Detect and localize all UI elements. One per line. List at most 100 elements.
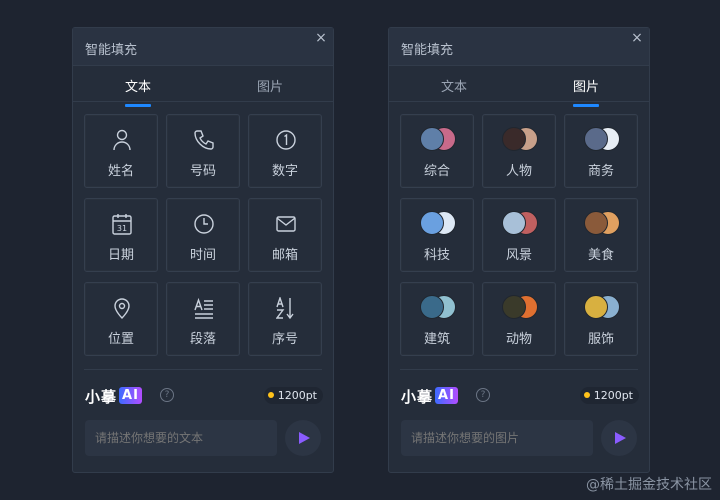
cell-label: 姓名 (107, 164, 134, 179)
cell-email[interactable]: 邮箱 (248, 198, 322, 272)
text-type-grid: 姓名 号码 数字 31 日期 时间 邮箱 位置 段落 序号 (84, 114, 324, 358)
points-badge: 1200pt (579, 387, 639, 404)
cell-location[interactable]: 位置 (84, 282, 158, 356)
cell-label: 邮箱 (271, 248, 298, 263)
points-value: 1200pt (593, 389, 633, 402)
tab-text[interactable]: 文本 (424, 76, 484, 95)
cell-label: 人物 (505, 164, 532, 179)
coin-icon (267, 392, 274, 398)
cell-label: 科技 (423, 248, 450, 263)
location-pin-icon (112, 297, 132, 319)
cell-label: 数字 (271, 164, 298, 179)
cell-label: 美食 (587, 248, 614, 263)
clock-icon (194, 213, 214, 235)
cell-image-category[interactable]: 动物 (482, 282, 556, 356)
mixed-photos-icon (420, 127, 458, 153)
send-button[interactable] (601, 420, 637, 456)
tab-label: 图片 (572, 80, 599, 95)
tab-text[interactable]: 文本 (108, 76, 168, 107)
thumbnail (420, 127, 444, 151)
tab-active-indicator (573, 104, 599, 107)
cell-image-category[interactable]: 人物 (482, 114, 556, 188)
phone-icon (194, 129, 214, 151)
landscape-photos-icon (502, 211, 540, 237)
cell-label: 位置 (107, 332, 134, 347)
cell-image-category[interactable]: 综合 (400, 114, 474, 188)
tab-image[interactable]: 图片 (556, 76, 616, 107)
smart-fill-panel-text: 智能填充 × 文本 图片 姓名 号码 数字 31 日期 时间 邮箱 位置 段落 … (72, 27, 334, 473)
cell-date[interactable]: 31 日期 (84, 198, 158, 272)
prompt-input[interactable] (401, 420, 593, 456)
animal-photos-icon (502, 295, 540, 321)
cell-label: 商务 (587, 164, 614, 179)
divider (84, 369, 322, 370)
cell-label: 动物 (505, 332, 532, 347)
cell-image-category[interactable]: 科技 (400, 198, 474, 272)
cell-image-category[interactable]: 建筑 (400, 282, 474, 356)
cell-number[interactable]: 数字 (248, 114, 322, 188)
cell-label: 服饰 (587, 332, 614, 347)
thumbnail (420, 211, 444, 235)
number-icon (276, 129, 296, 151)
ai-brand-row: 小摹 AI ? 1200pt (401, 385, 639, 407)
thumbnail (502, 127, 526, 151)
prompt-input[interactable] (85, 420, 277, 456)
architecture-photos-icon (420, 295, 458, 321)
cell-name[interactable]: 姓名 (84, 114, 158, 188)
brand-ai-badge: AI (119, 387, 142, 404)
sort-az-icon (276, 297, 296, 319)
points-value: 1200pt (277, 389, 317, 402)
person-icon (112, 129, 132, 151)
business-photos-icon (584, 127, 622, 153)
cell-label: 号码 (189, 164, 216, 179)
calendar-icon: 31 (112, 213, 132, 235)
play-icon (615, 432, 626, 444)
cell-label: 建筑 (423, 332, 450, 347)
cell-label: 综合 (423, 164, 450, 179)
food-photos-icon (584, 211, 622, 237)
tech-photos-icon (420, 211, 458, 237)
tab-active-indicator (125, 104, 151, 107)
help-icon[interactable]: ? (160, 388, 174, 402)
send-button[interactable] (285, 420, 321, 456)
tab-label: 图片 (256, 80, 283, 95)
cell-label: 日期 (107, 248, 134, 263)
smart-fill-panel-image: 智能填充 × 文本 图片 综合 人物 商务科技 风景 美食建筑 动物 服饰 小摹 AI ? 1… (388, 27, 650, 473)
tab-label: 文本 (124, 80, 151, 95)
people-photos-icon (502, 127, 540, 153)
coin-icon (583, 392, 590, 398)
close-button[interactable]: × (629, 30, 645, 46)
panel-header: 智能填充 × (73, 28, 333, 66)
cell-label: 风景 (505, 248, 532, 263)
cell-image-category[interactable]: 商务 (564, 114, 638, 188)
watermark: @稀土掘金技术社区 (586, 477, 712, 493)
panel-title: 智能填充 (401, 43, 454, 58)
thumbnail (502, 211, 526, 235)
tab-image[interactable]: 图片 (240, 76, 300, 95)
help-icon[interactable]: ? (476, 388, 490, 402)
brand-ai-badge: AI (435, 387, 458, 404)
play-icon (299, 432, 310, 444)
tab-bar: 文本 图片 (389, 66, 649, 107)
cell-image-category[interactable]: 美食 (564, 198, 638, 272)
tab-bar: 文本 图片 (73, 66, 333, 107)
image-category-grid: 综合 人物 商务科技 风景 美食建筑 动物 服饰 (400, 114, 640, 358)
cell-time[interactable]: 时间 (166, 198, 240, 272)
mail-icon (276, 213, 296, 235)
panel-title: 智能填充 (85, 43, 138, 58)
brand-logo: 小摹 AI (85, 386, 142, 407)
panel-header: 智能填充 × (389, 28, 649, 66)
cell-sequence[interactable]: 序号 (248, 282, 322, 356)
close-button[interactable]: × (313, 30, 329, 46)
cell-image-category[interactable]: 服饰 (564, 282, 638, 356)
thumbnail (502, 295, 526, 319)
thumbnail (584, 211, 608, 235)
fashion-photos-icon (584, 295, 622, 321)
cell-image-category[interactable]: 风景 (482, 198, 556, 272)
ai-brand-row: 小摹 AI ? 1200pt (85, 385, 323, 407)
paragraph-icon (194, 297, 214, 319)
svg-text:31: 31 (117, 224, 127, 233)
cell-paragraph[interactable]: 段落 (166, 282, 240, 356)
cell-label: 段落 (189, 332, 216, 347)
cell-phone[interactable]: 号码 (166, 114, 240, 188)
